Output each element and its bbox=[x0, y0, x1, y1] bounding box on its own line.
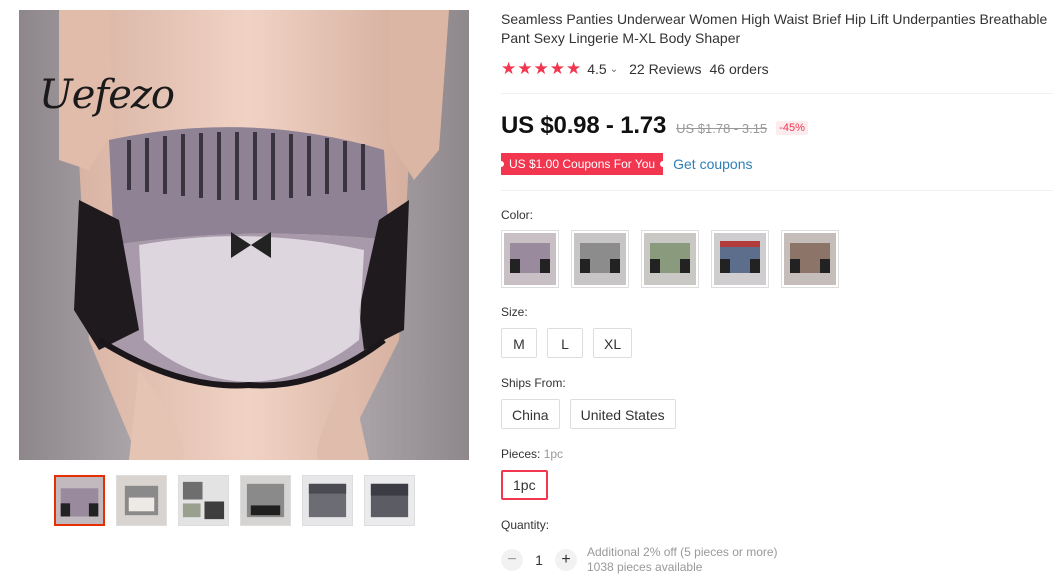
color-swatch[interactable] bbox=[501, 230, 559, 288]
size-label: Size: bbox=[501, 305, 528, 319]
divider bbox=[501, 190, 1053, 191]
ships-from-option[interactable]: United States bbox=[569, 399, 676, 429]
brand-logo: Uefezo bbox=[39, 72, 175, 118]
thumbnail[interactable] bbox=[54, 475, 105, 526]
star-icon: ★ bbox=[549, 59, 565, 78]
color-swatch[interactable] bbox=[711, 230, 769, 288]
pieces-available: 1038 pieces available bbox=[587, 560, 703, 574]
ships-from-options: China United States bbox=[501, 399, 676, 429]
coupon-badge[interactable]: US $1.00 Coupons For You bbox=[497, 153, 667, 175]
color-swatch[interactable] bbox=[781, 230, 839, 288]
rating-value[interactable]: 4.5 bbox=[587, 61, 606, 77]
star-icon: ★ bbox=[533, 59, 549, 78]
quantity-increase-button[interactable]: + bbox=[555, 549, 577, 571]
ships-from-option[interactable]: China bbox=[501, 399, 560, 429]
pieces-option[interactable]: 1pc bbox=[501, 470, 548, 500]
original-price: US $1.78 - 3.15 bbox=[676, 121, 768, 136]
thumbnail[interactable] bbox=[364, 475, 415, 526]
product-main-image[interactable]: Uefezo bbox=[19, 10, 469, 460]
price: US $0.98 - 1.73 bbox=[501, 112, 667, 139]
price-row: US $0.98 - 1.73 US $1.78 - 3.15 -45% bbox=[501, 112, 808, 140]
rating-row: ★ ★ ★ ★ ★ 4.5 ⌄ 22 Reviews 46 orders bbox=[501, 59, 769, 79]
quantity-label: Quantity: bbox=[501, 518, 550, 532]
pieces-selected-text: 1pc bbox=[543, 447, 564, 461]
star-icon: ★ bbox=[501, 59, 517, 78]
pieces-options: 1pc bbox=[501, 470, 548, 500]
product-title: Seamless Panties Underwear Women High Wa… bbox=[501, 11, 1048, 46]
star-rating: ★ ★ ★ ★ ★ bbox=[501, 59, 581, 79]
star-icon: ★ bbox=[566, 59, 582, 78]
size-option[interactable]: L bbox=[547, 328, 583, 358]
reviews-link[interactable]: 22 Reviews bbox=[629, 61, 701, 77]
discount-badge: -45% bbox=[776, 121, 808, 135]
size-option[interactable]: XL bbox=[593, 328, 633, 358]
size-option[interactable]: M bbox=[501, 328, 537, 358]
ships-from-label: Ships From: bbox=[501, 376, 566, 390]
chevron-down-icon[interactable]: ⌄ bbox=[610, 64, 618, 75]
thumbnail-strip bbox=[54, 475, 415, 526]
size-options: M L XL bbox=[501, 328, 633, 358]
color-swatch[interactable] bbox=[641, 230, 699, 288]
quantity-info: Additional 2% off (5 pieces or more) 103… bbox=[587, 545, 778, 575]
color-swatch[interactable] bbox=[571, 230, 629, 288]
get-coupons-link[interactable]: Get coupons bbox=[673, 156, 752, 172]
color-label: Color: bbox=[501, 208, 534, 222]
quantity-stepper: − 1 + Additional 2% off (5 pieces or mor… bbox=[501, 545, 778, 575]
color-swatches bbox=[501, 230, 839, 288]
thumbnail[interactable] bbox=[116, 475, 167, 526]
pieces-label: Pieces: 1pc bbox=[501, 447, 563, 461]
thumbnail[interactable] bbox=[240, 475, 291, 526]
bulk-discount-note: Additional 2% off (5 pieces or more) bbox=[587, 545, 778, 559]
orders-count: 46 orders bbox=[709, 61, 769, 77]
coupon-row: US $1.00 Coupons For You Get coupons bbox=[497, 153, 753, 175]
thumbnail[interactable] bbox=[178, 475, 229, 526]
star-icon: ★ bbox=[517, 59, 533, 78]
divider bbox=[501, 93, 1053, 94]
pieces-label-text: Pieces: bbox=[501, 447, 541, 461]
thumbnail[interactable] bbox=[302, 475, 353, 526]
quantity-decrease-button[interactable]: − bbox=[501, 549, 523, 571]
quantity-input[interactable]: 1 bbox=[523, 552, 555, 568]
